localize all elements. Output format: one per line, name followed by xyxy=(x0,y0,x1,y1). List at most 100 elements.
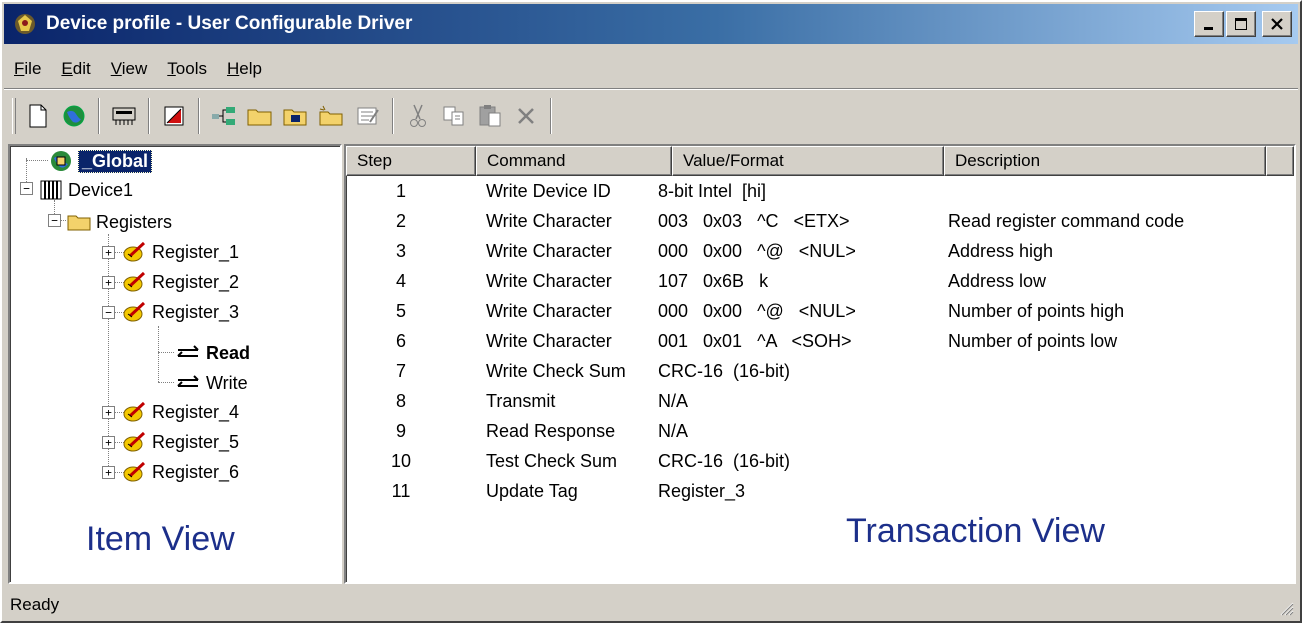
tree-item-read[interactable]: Read xyxy=(176,338,250,368)
cell-command: Write Check Sum xyxy=(486,360,626,381)
menu-help[interactable]: Help xyxy=(217,59,272,79)
resize-grip-icon[interactable] xyxy=(1276,598,1294,616)
cell-value: 107 0x6B k xyxy=(658,270,769,291)
table-row[interactable]: 3 Write Character 000 0x00 ^@ <NUL> Address… xyxy=(346,236,1053,266)
main-window: Device profile - User Configurable Drive… xyxy=(0,0,1302,623)
minimize-icon xyxy=(1204,27,1213,30)
tree-label-register-4: Register_4 xyxy=(152,401,240,422)
tree-item-register-5[interactable]: Register_5 xyxy=(122,427,239,457)
cell-command: Write Device ID xyxy=(486,180,611,201)
toolbar-separator xyxy=(98,98,100,134)
table-row[interactable]: 9 Read Response N/A xyxy=(346,416,948,446)
menu-view[interactable]: View xyxy=(101,59,158,79)
new-button[interactable] xyxy=(20,98,56,134)
tree-label-global: _Global xyxy=(78,149,153,173)
column-header-value[interactable]: Value/Format xyxy=(672,146,944,176)
expand-register-1-icon[interactable]: + xyxy=(102,246,115,259)
open-folder-button[interactable] xyxy=(278,98,314,134)
collapse-device-icon[interactable]: − xyxy=(20,182,33,195)
item-view-tree[interactable]: _Global − Device1 − Registers + Register… xyxy=(8,144,342,584)
tree-label-register-2: Register_2 xyxy=(152,271,240,292)
item-view-label: Item View xyxy=(86,520,235,558)
device-button[interactable] xyxy=(106,98,142,134)
paste-button[interactable] xyxy=(472,98,508,134)
close-icon xyxy=(1271,18,1283,30)
toolbar xyxy=(6,94,558,138)
collapse-registers-icon[interactable]: − xyxy=(48,214,61,227)
expand-register-2-icon[interactable]: + xyxy=(102,276,115,289)
collapse-register-3-icon[interactable]: − xyxy=(102,306,115,319)
cell-step: 7 xyxy=(395,360,406,381)
transaction-view-label: Transaction View xyxy=(846,512,1105,550)
register-icon xyxy=(164,106,184,126)
tree-item-register-1[interactable]: Register_1 xyxy=(122,237,239,267)
table-row[interactable]: 11 Update Tag Register_3 xyxy=(346,476,948,506)
cell-command: Read Response xyxy=(486,420,616,441)
table-row[interactable]: 8 Transmit N/A xyxy=(346,386,948,416)
tree-item-register-4[interactable]: Register_4 xyxy=(122,397,239,427)
tree-label-device1: Device1 xyxy=(68,179,134,200)
folder-open-icon xyxy=(283,109,307,126)
table-row[interactable]: 1 Write Device ID 8-bit Intel [hi] xyxy=(346,176,948,206)
column-header-filler xyxy=(1266,146,1294,176)
tree-item-register-6[interactable]: Register_6 xyxy=(122,457,239,487)
copy-icon xyxy=(443,106,464,126)
folder-icon xyxy=(67,215,91,231)
column-header-step[interactable]: Step xyxy=(346,146,476,176)
global-button[interactable] xyxy=(56,98,92,134)
table-row[interactable]: 7 Write Check Sum CRC-16 (16-bit) xyxy=(346,356,948,386)
table-row[interactable]: 2 Write Character 003 0x03 ^C <ETX> Read re… xyxy=(346,206,1184,236)
tree-item-write[interactable]: Write xyxy=(176,368,248,398)
cell-step: 3 xyxy=(395,240,406,261)
cut-button[interactable] xyxy=(400,98,436,134)
cell-command: Write Character xyxy=(486,300,612,321)
cell-value: N/A xyxy=(658,390,689,411)
toolbar-separator xyxy=(148,98,150,134)
close-button[interactable] xyxy=(1262,11,1292,37)
expand-register-4-icon[interactable]: + xyxy=(102,406,115,419)
menu-edit[interactable]: Edit xyxy=(51,59,100,79)
new-folder-button[interactable] xyxy=(242,98,278,134)
maximize-icon xyxy=(1235,18,1247,30)
cell-step: 5 xyxy=(395,300,406,321)
maximize-button[interactable] xyxy=(1226,11,1256,37)
expand-register-6-icon[interactable]: + xyxy=(102,466,115,479)
expand-register-5-icon[interactable]: + xyxy=(102,436,115,449)
copy-button[interactable] xyxy=(436,98,472,134)
cell-command: Test Check Sum xyxy=(486,450,618,471)
new-item-folder-button[interactable] xyxy=(314,98,350,134)
cell-description: Read register command code xyxy=(948,210,1185,231)
register-button[interactable] xyxy=(156,98,192,134)
cell-value: CRC-16 (16-bit) xyxy=(658,360,791,381)
properties-button[interactable] xyxy=(350,98,386,134)
table-row[interactable]: 6 Write Character 001 0x01 ^A <SOH> Number … xyxy=(346,326,1117,356)
table-row[interactable]: 5 Write Character 000 0x00 ^@ <NUL> Number … xyxy=(346,296,1124,326)
cell-value: 000 0x00 ^@ <NUL> xyxy=(658,240,856,261)
toolbar-grip[interactable] xyxy=(12,98,16,134)
device-icon xyxy=(40,180,62,200)
minimize-button[interactable] xyxy=(1194,11,1224,37)
table-row[interactable]: 4 Write Character 107 0x6B k Address low xyxy=(346,266,1046,296)
paste-icon xyxy=(479,105,501,127)
folder-new-icon xyxy=(319,105,343,126)
title-bar[interactable]: Device profile - User Configurable Drive… xyxy=(4,4,1298,44)
tree-item-device1[interactable]: Device1 xyxy=(38,175,133,205)
cell-value: N/A xyxy=(658,420,689,441)
tree-item-global[interactable]: _Global xyxy=(48,146,153,176)
hierarchy-button[interactable] xyxy=(206,98,242,134)
delete-button[interactable] xyxy=(508,98,544,134)
column-header-command[interactable]: Command xyxy=(476,146,672,176)
menu-file[interactable]: File xyxy=(4,59,51,79)
cell-step: 1 xyxy=(395,180,406,201)
column-header-description[interactable]: Description xyxy=(944,146,1266,176)
tree-item-register-2[interactable]: Register_2 xyxy=(122,267,239,297)
table-row[interactable]: 10 Test Check Sum CRC-16 (16-bit) xyxy=(346,446,948,476)
cell-step: 11 xyxy=(391,480,411,501)
register-pencil-icon xyxy=(123,461,146,482)
delete-icon xyxy=(518,108,534,124)
tree-label-registers: Registers xyxy=(96,211,173,232)
menu-tools[interactable]: Tools xyxy=(157,59,217,79)
tree-item-registers[interactable]: Registers xyxy=(66,207,172,237)
tree-item-register-3[interactable]: Register_3 xyxy=(122,297,239,327)
transaction-view-list[interactable]: Step Command Value/Format Description 1 W… xyxy=(344,144,1296,584)
